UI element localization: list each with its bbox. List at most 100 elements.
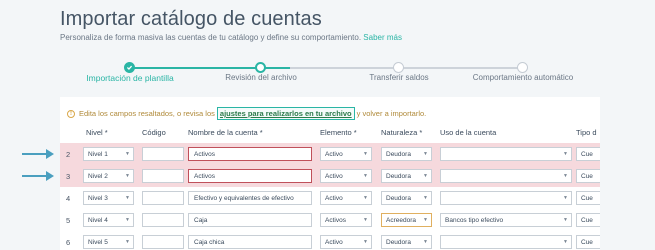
tipo-value: Cue (581, 217, 593, 224)
elemento-select[interactable]: Activos ▼ (320, 213, 372, 227)
page-title: Importar catálogo de cuentas (60, 8, 322, 30)
notice-text-before: Edita los campos resaltados, o revisa lo… (79, 109, 215, 118)
tipo-value: Cue (581, 173, 593, 180)
chevron-down-icon: ▼ (363, 239, 368, 245)
tipo-value: Cue (581, 239, 593, 246)
step-4-label[interactable]: Comportamiento automático (473, 73, 574, 82)
elemento-select[interactable]: Activo ▼ (320, 235, 372, 249)
notice-text-after: y volver a importarlo. (356, 109, 427, 118)
tipo-select[interactable]: Cue (576, 147, 600, 161)
chevron-down-icon: ▼ (125, 217, 130, 223)
col-header-codigo: Código (142, 128, 166, 137)
table-row: 3 Nivel 2 ▼ Activos Activo ▼ Deudora ▼ ▼ Cu… (60, 165, 600, 187)
import-stepper: Importación de plantilla Revisión del ar… (60, 57, 600, 87)
col-header-nivel: Nivel * (86, 128, 108, 137)
nivel-select[interactable]: Nivel 3 ▼ (83, 191, 134, 205)
tipo-select[interactable]: Cue (576, 235, 600, 249)
chevron-down-icon: ▼ (563, 239, 568, 245)
chevron-down-icon: ▼ (423, 173, 428, 179)
subtitle-text: Personaliza de forma masiva las cuentas … (60, 33, 362, 42)
arrow-right-icon (22, 171, 54, 181)
naturaleza-value: Deudora (386, 173, 411, 180)
codigo-input[interactable] (142, 235, 184, 249)
nombre-input[interactable]: Caja (188, 213, 312, 227)
col-header-elemento: Elemento * (320, 128, 357, 137)
nombre-input[interactable]: Activos (188, 147, 312, 161)
chevron-down-icon: ▼ (563, 151, 568, 157)
uso-value: Bancos tipo efectivo (445, 217, 504, 224)
codigo-input[interactable] (142, 147, 184, 161)
page-subtitle: Personaliza de forma masiva las cuentas … (60, 33, 402, 42)
nivel-select[interactable]: Nivel 4 ▼ (83, 213, 134, 227)
info-icon: ! (67, 109, 75, 118)
nivel-select[interactable]: Nivel 2 ▼ (83, 169, 134, 183)
learn-more-link[interactable]: Saber más (363, 33, 402, 42)
chevron-down-icon: ▼ (125, 239, 130, 245)
elemento-select[interactable]: Activo ▼ (320, 169, 372, 183)
nivel-value: Nivel 1 (88, 151, 108, 158)
chevron-down-icon: ▼ (423, 195, 428, 201)
row-number: 3 (66, 172, 71, 181)
table-row: 4 Nivel 3 ▼ Efectivo y equivalentes de ef… (60, 187, 600, 209)
tipo-value: Cue (581, 151, 593, 158)
nivel-select[interactable]: Nivel 1 ▼ (83, 147, 134, 161)
uso-select[interactable]: ▼ (440, 191, 572, 205)
nombre-input[interactable]: Activos (188, 169, 312, 183)
elemento-value: Activo (325, 195, 343, 202)
elemento-value: Activo (325, 173, 343, 180)
tipo-value: Cue (581, 195, 593, 202)
nivel-select[interactable]: Nivel 5 ▼ (83, 235, 134, 249)
chevron-down-icon: ▼ (363, 151, 368, 157)
elemento-value: Activo (325, 239, 343, 246)
edit-notice: ! Edita los campos resaltados, o revisa … (67, 107, 426, 120)
elemento-value: Activos (325, 217, 346, 224)
elemento-select[interactable]: Activo ▼ (320, 191, 372, 205)
row-number: 5 (66, 216, 71, 225)
codigo-input[interactable] (142, 191, 184, 205)
uso-select[interactable]: Bancos tipo efectivo ▼ (440, 213, 572, 227)
table-row: 2 Nivel 1 ▼ Activos Activo ▼ Deudora ▼ ▼ Cu… (60, 143, 600, 165)
step-1-check-icon (124, 62, 135, 73)
naturaleza-value: Deudora (386, 239, 411, 246)
chevron-down-icon: ▼ (125, 195, 130, 201)
naturaleza-select[interactable]: Deudora ▼ (381, 169, 432, 183)
naturaleza-select[interactable]: Deudora ▼ (381, 191, 432, 205)
step-3-label[interactable]: Transferir saldos (369, 73, 428, 82)
table-row: 6 Nivel 5 ▼ Caja chica Activo ▼ Deudora ▼ ▼… (60, 231, 600, 250)
chevron-down-icon: ▼ (423, 151, 428, 157)
naturaleza-select[interactable]: Deudora ▼ (381, 147, 432, 161)
tipo-select[interactable]: Cue (576, 169, 600, 183)
tipo-select[interactable]: Cue (576, 191, 600, 205)
uso-select[interactable]: ▼ (440, 147, 572, 161)
chevron-down-icon: ▼ (363, 195, 368, 201)
arrow-right-icon (22, 149, 54, 159)
codigo-input[interactable] (142, 169, 184, 183)
step-4-dot (517, 62, 528, 73)
naturaleza-select[interactable]: Acreedora ▼ (381, 213, 432, 227)
step-2-dot (255, 62, 266, 73)
adjustments-link[interactable]: ajustes para realizarlos en tu archivo (216, 107, 355, 120)
naturaleza-value: Acreedora (386, 217, 416, 224)
naturaleza-select[interactable]: Deudora ▼ (381, 235, 432, 249)
nombre-input[interactable]: Caja chica (188, 235, 312, 249)
elemento-select[interactable]: Activo ▼ (320, 147, 372, 161)
stepper-track-pending (290, 67, 520, 69)
nivel-value: Nivel 3 (88, 195, 108, 202)
nivel-value: Nivel 4 (88, 217, 108, 224)
codigo-input[interactable] (142, 213, 184, 227)
uso-select[interactable]: ▼ (440, 235, 572, 249)
col-header-uso: Uso de la cuenta (440, 128, 497, 137)
tipo-select[interactable]: Cue (576, 213, 600, 227)
row-number: 6 (66, 238, 71, 247)
uso-select[interactable]: ▼ (440, 169, 572, 183)
chevron-down-icon: ▼ (423, 217, 428, 223)
chevron-down-icon: ▼ (563, 195, 568, 201)
row-number: 4 (66, 194, 71, 203)
elemento-value: Activo (325, 151, 343, 158)
nombre-input[interactable]: Efectivo y equivalentes de efectivo (188, 191, 312, 205)
chevron-down-icon: ▼ (125, 151, 130, 157)
row-number: 2 (66, 150, 71, 159)
col-header-naturaleza: Naturaleza * (381, 128, 423, 137)
step-1-label[interactable]: Importación de plantilla (86, 73, 173, 83)
step-2-label[interactable]: Revisión del archivo (225, 73, 297, 82)
